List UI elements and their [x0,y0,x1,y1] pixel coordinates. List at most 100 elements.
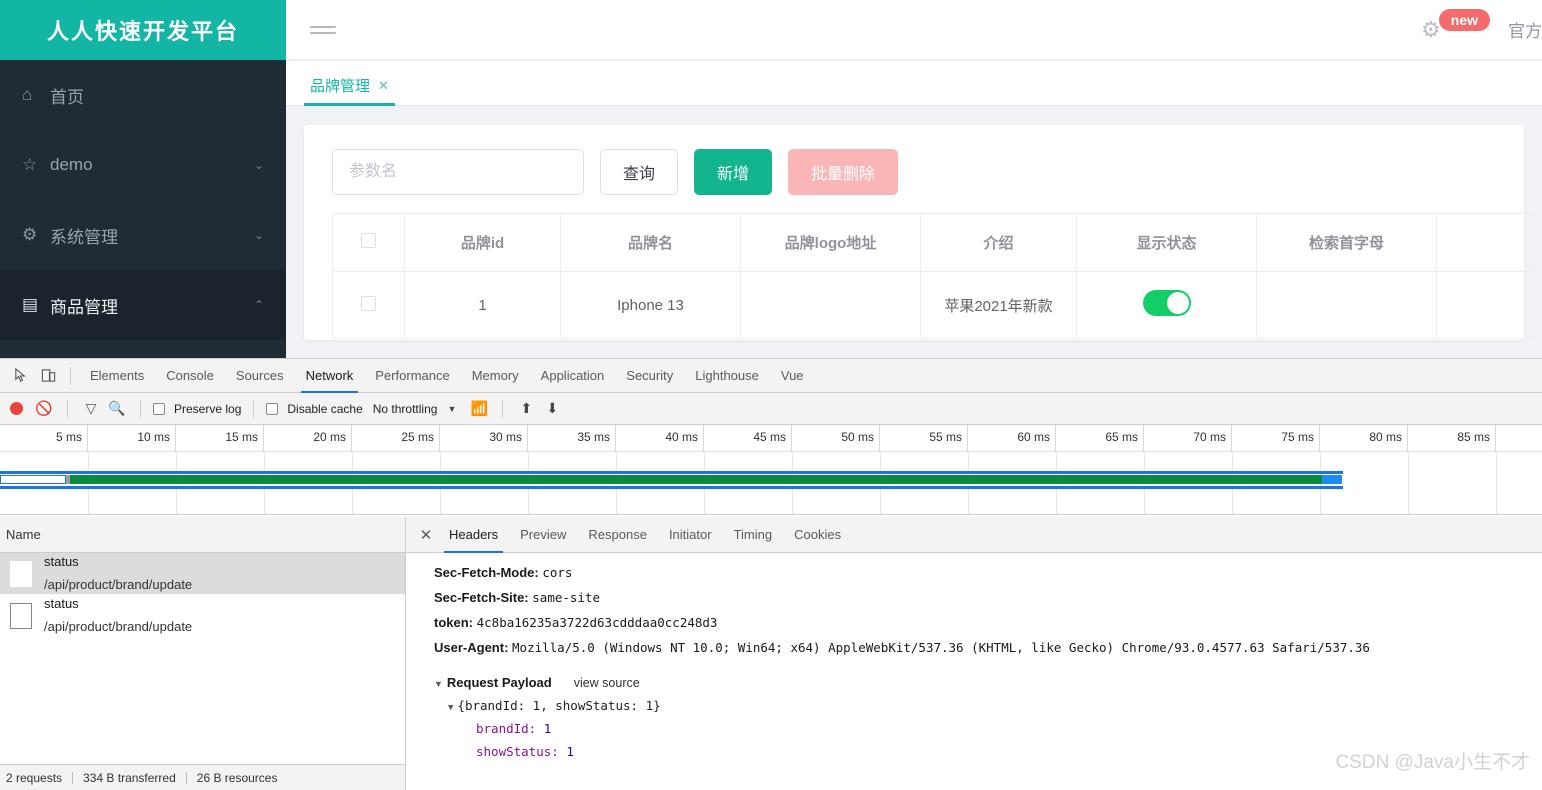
tab-initiator[interactable]: Initiator [658,517,723,553]
payload-key: showStatus: [476,744,559,759]
row-checkbox[interactable] [361,295,376,311]
table-header-brand-id: 品牌id [404,213,561,272]
table-header-first-letter: 检索首字母 [1256,213,1437,272]
close-icon[interactable]: ✕ [378,78,389,94]
header-value: Mozilla/5.0 (Windows NT 10.0; Win64; x64… [512,640,1370,655]
tab-cookies[interactable]: Cookies [783,517,852,553]
list-icon: ▤ [22,295,39,314]
tab-vue[interactable]: Vue [770,359,815,393]
show-status-toggle[interactable] [1142,290,1191,316]
device-toolbar-icon[interactable] [34,362,62,390]
sidebar-item-label: 系统管理 [50,227,118,247]
payload-summary-row: ▼ {brandId: 1, showStatus: 1} [434,694,1542,717]
search-toolbar: 查询 新增 批量删除 [332,141,1496,195]
search-input[interactable] [332,149,584,195]
table-header-brand-name: 品牌名 [560,213,741,272]
tab-headers[interactable]: Headers [438,517,509,553]
wifi-settings-icon[interactable]: 📶 [468,400,490,417]
request-url: /api/product/brand/update [44,576,193,592]
overview-bar-content [70,475,1322,484]
cell-show-status [1076,271,1257,339]
payload-value: 1 [566,744,574,759]
query-button[interactable]: 查询 [600,149,679,195]
request-checkbox[interactable] [10,602,32,629]
clear-icon[interactable]: 🚫 [33,400,55,417]
request-text: status /api/product/brand/update [44,551,192,596]
sidebar-item-product[interactable]: ▤ 商品管理 ⌃ [0,270,286,340]
gear-icon[interactable]: ⚙ [1421,17,1441,43]
tab-elements[interactable]: Elements [79,359,155,393]
request-name: status [44,554,79,570]
request-detail-pane: ✕ Headers Preview Response Initiator Tim… [406,517,1542,790]
disable-cache-label[interactable]: Disable cache [287,402,362,416]
header-row: token: 4c8ba16235a3722d63cdddaa0cc248d3 [434,611,1542,636]
network-overview[interactable]: 5 ms 10 ms 15 ms 20 ms 25 ms 30 ms 35 ms 40 ms 4… [0,425,1542,515]
tab-performance[interactable]: Performance [364,359,460,393]
tab-console[interactable]: Console [155,359,225,393]
tab-sources[interactable]: Sources [225,359,295,393]
topbar-right: ⚙ new 官方 [1421,8,1542,43]
record-icon[interactable] [10,402,23,415]
chevron-down-icon[interactable]: ▼ [447,404,456,414]
table-row[interactable]: 1 Iphone 13 苹果2021年新款 [332,271,1533,339]
devtools-tabbar: Elements Console Sources Network Perform… [0,359,1542,393]
tab-brand-management[interactable]: 品牌管理 ✕ [304,75,395,106]
tab-memory[interactable]: Memory [461,359,530,393]
header-value: cors [542,565,573,580]
list-item[interactable]: status /api/product/brand/update [0,595,405,637]
screenshot-root: 人人快速开发平台 ⌂ 首页 ☆ demo ⌄ ⚙ 系统管理 ⌄ ▤ 商品管理 ⌃ [0,0,1542,790]
export-har-icon[interactable]: ⬇ [541,400,563,417]
table-header-show-status: 显示状态 [1076,213,1257,272]
payload-key: brandId: [476,721,537,736]
request-list-pane: Name status /api/product/brand/update st… [0,517,406,790]
detail-tabbar: ✕ Headers Preview Response Initiator Tim… [406,517,1542,553]
official-link[interactable]: 官方 [1508,17,1542,42]
app-logo-text: 人人快速开发平台 [46,19,239,44]
close-icon[interactable]: ✕ [414,526,438,544]
tab-network[interactable]: Network [295,359,365,393]
request-text: status /api/product/brand/update [44,593,192,638]
disable-cache-checkbox[interactable] [266,402,279,415]
tab-preview[interactable]: Preview [509,517,577,553]
payload-summary: {brandId: 1, showStatus: 1} [457,698,661,713]
list-item[interactable]: status /api/product/brand/update [0,553,405,595]
header-row: User-Agent: Mozilla/5.0 (Windows NT 10.0… [434,636,1542,661]
throttling-select[interactable]: No throttling [373,402,438,416]
add-button[interactable]: 新增 [694,149,773,195]
divider [140,399,141,418]
tab-security[interactable]: Security [615,359,684,393]
hamburger-icon[interactable] [310,22,336,38]
tab-response[interactable]: Response [577,517,658,553]
table-header-intro: 介绍 [920,213,1077,272]
cell-brand-name: Iphone 13 [560,271,741,339]
request-checkbox[interactable] [10,560,32,587]
gear-icon: ⚙ [22,225,38,244]
tab-timing[interactable]: Timing [723,517,784,553]
search-icon[interactable]: 🔍 [106,400,128,417]
select-all-checkbox[interactable] [361,233,376,248]
footer-resources: 26 B resources [196,770,278,785]
sidebar-item-system[interactable]: ⚙ 系统管理 ⌄ [0,200,286,270]
view-source-link[interactable]: view source [574,676,640,690]
column-header-name[interactable]: Name [6,527,41,542]
app-logo: 人人快速开发平台 [0,0,286,60]
divider [185,771,187,784]
request-name: status [44,596,79,612]
chevron-down-icon: ⌄ [253,228,264,242]
preserve-log-label[interactable]: Preserve log [174,402,241,416]
preserve-log-checkbox[interactable] [153,402,165,415]
home-icon: ⌂ [22,85,33,104]
chevron-down-icon: ⌄ [253,158,264,172]
tab-application[interactable]: Application [530,359,616,393]
inspect-cursor-icon[interactable] [6,362,34,390]
devtools-panel: Elements Console Sources Network Perform… [0,358,1542,790]
import-har-icon[interactable]: ⬆ [515,400,537,417]
sidebar-item-home[interactable]: ⌂ 首页 [0,60,286,130]
tab-lighthouse[interactable]: Lighthouse [684,359,770,393]
filter-icon[interactable]: ▽ [80,400,102,417]
table-header-extra [1436,213,1533,272]
triangle-down-icon[interactable]: ▼ [434,679,443,689]
batch-delete-button[interactable]: 批量删除 [788,149,899,195]
triangle-down-icon[interactable]: ▼ [448,703,453,713]
sidebar-item-demo[interactable]: ☆ demo ⌄ [0,130,286,200]
